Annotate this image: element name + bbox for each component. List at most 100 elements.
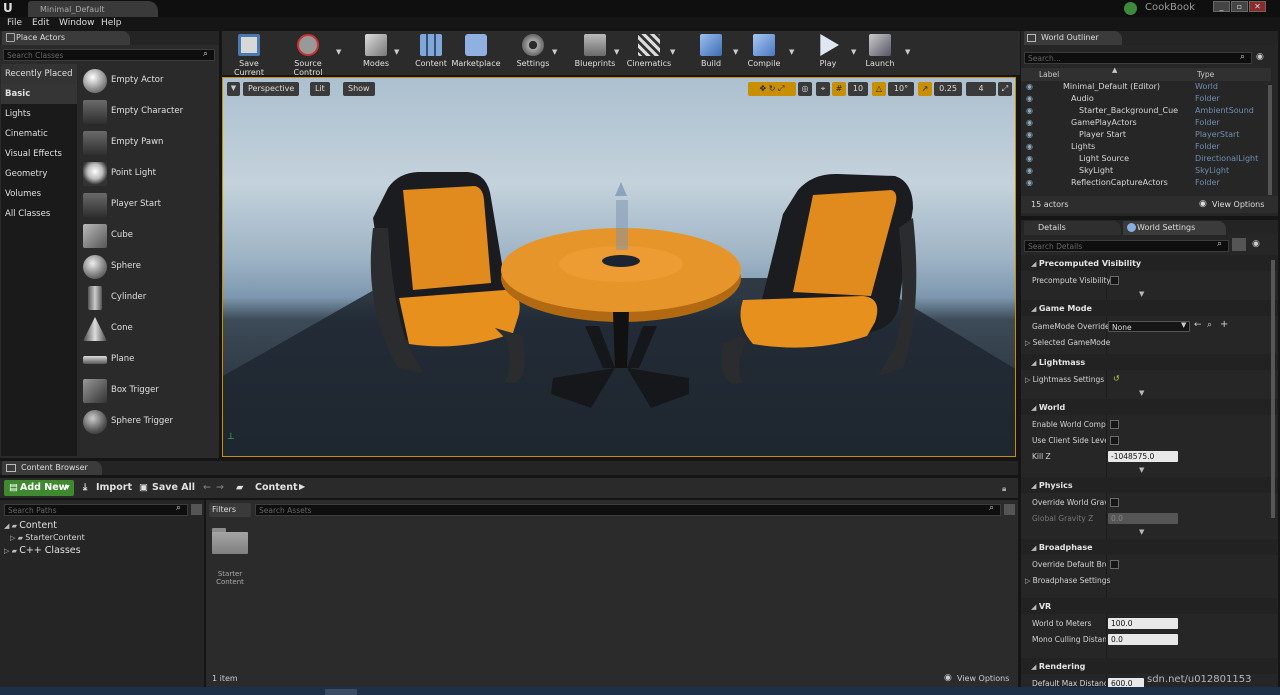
marketplace-button[interactable]: Marketplace bbox=[451, 32, 501, 74]
content-button[interactable]: Content bbox=[413, 32, 449, 74]
search-classes-input[interactable]: Search Classes bbox=[3, 49, 215, 61]
world-composition-checkbox[interactable] bbox=[1110, 420, 1119, 429]
maximize-viewport-icon[interactable]: ⤢ bbox=[998, 82, 1012, 96]
kill-z-input[interactable]: -1048575.0 bbox=[1108, 451, 1178, 462]
section-precomputed-visibility[interactable]: ◢ Precomputed Visibility bbox=[1021, 255, 1278, 271]
mono-culling-input[interactable]: 0.0 bbox=[1108, 634, 1178, 645]
grid-size-value[interactable]: 10 bbox=[848, 82, 868, 96]
filters-button[interactable]: Filters bbox=[209, 503, 251, 517]
details-scrollbar[interactable] bbox=[1271, 260, 1275, 518]
visibility-eye-icon[interactable]: ◉ bbox=[1026, 142, 1033, 151]
cinematics-button[interactable]: Cinematics bbox=[626, 32, 672, 74]
reset-arrow-icon[interactable]: ↺ bbox=[1113, 374, 1120, 383]
back-arrow-icon[interactable]: ← bbox=[203, 482, 211, 493]
lock-icon[interactable]: 🔒︎ bbox=[1002, 484, 1006, 494]
gamemode-override-select[interactable]: None bbox=[1108, 321, 1190, 332]
column-label[interactable]: Label bbox=[1039, 70, 1059, 79]
import-button[interactable]: Import bbox=[96, 482, 132, 493]
transform-mode-buttons[interactable]: ✥ ↻ ⤢ bbox=[748, 82, 796, 96]
compile-button[interactable]: Compile bbox=[746, 32, 782, 74]
scale-snap-value[interactable]: 0.25 bbox=[934, 82, 962, 96]
actor-empty-actor[interactable]: Empty Actor bbox=[80, 67, 216, 95]
settings-dropdown[interactable]: ▼ bbox=[552, 48, 557, 56]
visibility-eye-icon[interactable]: ◉ bbox=[1026, 130, 1033, 139]
section-lightmass[interactable]: ◢ Lightmass bbox=[1021, 354, 1278, 370]
lit-button[interactable]: Lit bbox=[310, 82, 330, 96]
search-paths-input[interactable]: Search Paths bbox=[4, 504, 188, 516]
world-to-meters-input[interactable]: 100.0 bbox=[1108, 618, 1178, 629]
actor-player-start[interactable]: Player Start bbox=[80, 191, 216, 219]
actor-sphere[interactable]: Sphere bbox=[80, 253, 216, 281]
outliner-scrollbar[interactable] bbox=[1268, 85, 1272, 195]
use-selected-icon[interactable]: ← bbox=[1194, 320, 1202, 330]
expand-arrow-icon[interactable]: ▼ bbox=[1139, 466, 1144, 474]
browse-icon[interactable]: ⌕ bbox=[1207, 320, 1212, 330]
add-icon[interactable]: + bbox=[1220, 319, 1228, 330]
play-dropdown[interactable]: ▼ bbox=[851, 48, 856, 56]
list-item[interactable]: ◉ Starter_Background_Cue AmbientSound bbox=[1026, 106, 1254, 118]
minimize-button[interactable]: _ bbox=[1213, 1, 1230, 12]
visibility-eye-icon[interactable]: ◉ bbox=[1026, 154, 1033, 163]
override-gravity-checkbox[interactable] bbox=[1110, 498, 1119, 507]
visibility-eye-icon[interactable]: ◉ bbox=[1026, 178, 1033, 187]
menu-window[interactable]: Window bbox=[59, 18, 95, 28]
menu-file[interactable]: File bbox=[7, 18, 22, 28]
section-rendering[interactable]: ◢ Rendering bbox=[1021, 658, 1278, 674]
save-current-button[interactable]: Save Current bbox=[224, 32, 274, 77]
client-side-checkbox[interactable] bbox=[1110, 436, 1119, 445]
cinematics-dropdown[interactable]: ▼ bbox=[670, 48, 675, 56]
actor-cone[interactable]: Cone bbox=[80, 315, 216, 343]
view-options-icon[interactable] bbox=[191, 504, 202, 515]
section-vr[interactable]: ◢ VR bbox=[1021, 598, 1278, 614]
close-button[interactable]: ✕ bbox=[1249, 1, 1266, 12]
play-button[interactable]: Play bbox=[811, 32, 845, 74]
rotation-snap-icon[interactable]: △ bbox=[872, 82, 886, 96]
override-broadphase-checkbox[interactable] bbox=[1110, 560, 1119, 569]
actor-cube[interactable]: Cube bbox=[80, 222, 216, 250]
list-item[interactable]: ◉ ReflectionCaptureActors Folder bbox=[1026, 178, 1220, 190]
level-tab[interactable]: Minimal_Default bbox=[28, 1, 158, 17]
actor-box-trigger[interactable]: Box Trigger bbox=[80, 377, 216, 405]
section-broadphase[interactable]: ◢ Broadphase bbox=[1021, 539, 1278, 555]
list-item[interactable]: ◉ GamePlayActors Folder bbox=[1026, 118, 1220, 130]
launch-dropdown[interactable]: ▼ bbox=[905, 48, 910, 56]
category-volumes[interactable]: Volumes bbox=[1, 184, 77, 204]
list-item[interactable]: ◉ Lights Folder bbox=[1026, 142, 1220, 154]
list-item[interactable]: ◉ Minimal_Default (Editor) World bbox=[1026, 82, 1218, 94]
breadcrumb-content[interactable]: Content bbox=[255, 482, 298, 493]
category-visual-effects[interactable]: Visual Effects bbox=[1, 144, 77, 164]
visibility-eye-icon[interactable]: ◉ bbox=[1026, 94, 1033, 103]
tree-content[interactable]: ◢ ▰ Content bbox=[4, 520, 57, 531]
details-search-input[interactable]: Search Details bbox=[1024, 240, 1229, 252]
column-type[interactable]: Type bbox=[1197, 70, 1214, 79]
source-control-dropdown[interactable]: ▼ bbox=[336, 48, 341, 56]
surface-snap-icon[interactable]: ⌖ bbox=[816, 82, 830, 96]
list-item[interactable]: ◉ SkyLight SkyLight bbox=[1026, 166, 1229, 178]
list-item[interactable]: ◉ Audio Folder bbox=[1026, 94, 1220, 106]
actor-point-light[interactable]: Point Light bbox=[80, 160, 216, 188]
tab-details[interactable]: Details bbox=[1024, 221, 1121, 235]
category-basic[interactable]: Basic bbox=[1, 84, 77, 104]
compile-dropdown[interactable]: ▼ bbox=[789, 48, 794, 56]
unreal-logo-icon[interactable]: U bbox=[3, 1, 17, 15]
actor-empty-character[interactable]: Empty Character bbox=[80, 98, 216, 126]
category-cinematic[interactable]: Cinematic bbox=[1, 124, 77, 144]
eye-icon[interactable]: ◉ bbox=[1256, 52, 1264, 62]
launch-button[interactable]: Launch bbox=[862, 32, 898, 74]
property-matrix-icon[interactable] bbox=[1232, 238, 1246, 251]
tab-world-settings[interactable]: World Settings bbox=[1123, 221, 1226, 235]
scale-snap-icon[interactable]: ↗ bbox=[918, 82, 932, 96]
rotation-snap-value[interactable]: 10° bbox=[888, 82, 914, 96]
modes-dropdown[interactable]: ▼ bbox=[394, 48, 399, 56]
visibility-eye-icon[interactable]: ◉ bbox=[1026, 106, 1033, 115]
outliner-search-input[interactable]: Search... bbox=[1024, 52, 1252, 64]
tree-starter-content[interactable]: ▷ ▰ StarterContent bbox=[10, 533, 85, 542]
blueprints-dropdown[interactable]: ▼ bbox=[614, 48, 619, 56]
world-local-icon[interactable]: ◎ bbox=[798, 82, 812, 96]
tab-world-outliner[interactable]: World Outliner bbox=[1024, 31, 1122, 45]
tab-place-actors[interactable]: Place Actors bbox=[2, 31, 130, 45]
search-assets-input[interactable]: Search Assets bbox=[255, 504, 1001, 516]
taskbar-item[interactable] bbox=[325, 689, 357, 695]
visibility-eye-icon[interactable]: ◉ bbox=[1026, 118, 1033, 127]
list-item[interactable]: ◉ Light Source DirectionalLight bbox=[1026, 154, 1258, 166]
